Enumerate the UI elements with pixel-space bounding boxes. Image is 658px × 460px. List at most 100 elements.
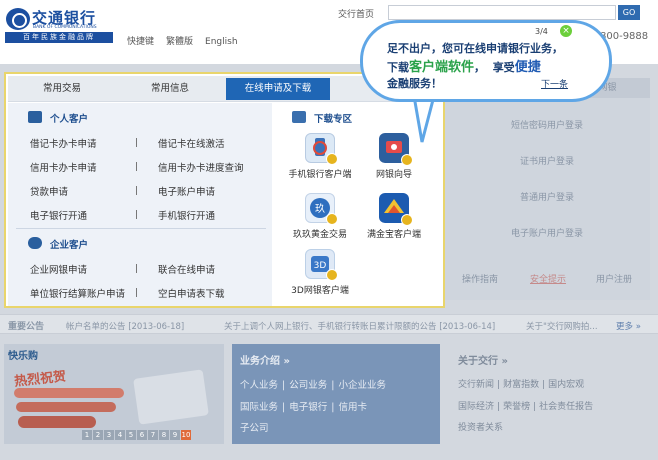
- next-tip-link[interactable]: 下一条: [541, 77, 568, 90]
- promo-page-button-active[interactable]: 10: [181, 430, 191, 440]
- app-gold-trade[interactable]: 玖 玖玖黄金交易: [286, 193, 354, 240]
- about-row: 国际经济 | 荣誉榜 | 社会责任报告: [458, 399, 596, 412]
- business-customer-title: 企业客户: [50, 240, 89, 251]
- promo-banner[interactable]: 快乐购 热烈祝贺 1 2 3 4 5 6 7 8 9 10: [4, 344, 224, 444]
- separator: |: [497, 402, 501, 412]
- promo-page-button[interactable]: 1: [82, 430, 92, 440]
- separator: |: [497, 380, 501, 390]
- normal-login-link[interactable]: 普通用户登录: [444, 190, 650, 203]
- debit-card-activate-link[interactable]: 借记卡在线激活: [158, 136, 225, 150]
- search-input[interactable]: [388, 5, 616, 20]
- promo-page-button[interactable]: 7: [148, 430, 158, 440]
- ebank-guide-icon: [379, 133, 413, 166]
- eaccount-login-link[interactable]: 电子账户用户登录: [444, 226, 650, 239]
- 3d-ebank-icon: 3D: [305, 249, 338, 281]
- international-business-link[interactable]: 国际业务: [240, 402, 278, 413]
- settlement-account-apply-link[interactable]: 单位银行结算账户申请: [30, 286, 125, 300]
- separator: |: [533, 402, 537, 412]
- separator: |: [331, 380, 335, 391]
- tip-text: 下载: [387, 61, 409, 74]
- app-3d-ebank[interactable]: 3D 3D网银客户端: [286, 249, 354, 296]
- close-icon[interactable]: ×: [560, 25, 572, 37]
- shortcut-link[interactable]: 快捷键: [127, 37, 154, 47]
- business-intro-box: 业务介绍 » 个人业务 | 公司业务 | 小企业业务 国际业务 | 电子银行 | 信用卡 子公司: [232, 344, 440, 444]
- intl-economy-link[interactable]: 国际经济: [458, 402, 494, 412]
- ebank-open-link[interactable]: 电子银行开通: [30, 208, 87, 222]
- loan-apply-link[interactable]: 贷款申请: [30, 184, 68, 198]
- credit-card-progress-link[interactable]: 信用卡办卡进度查询: [158, 160, 244, 174]
- search-go-button[interactable]: GO: [618, 5, 640, 20]
- promo-page-button[interactable]: 4: [115, 430, 125, 440]
- quick-menu-panel: 常用交易 常用信息 在线申请及下载 个人客户 借记卡办卡申请 借记卡在线激活 信…: [4, 72, 445, 308]
- corporate-ebank-apply-link[interactable]: 企业网银申请: [30, 262, 87, 276]
- about-title[interactable]: 关于交行 »: [458, 352, 508, 367]
- tip-line: 下载客户端软件， 享受便捷: [387, 56, 541, 75]
- register-link[interactable]: 用户注册: [596, 272, 632, 285]
- tip-text: 享受: [492, 61, 515, 74]
- announcement-item[interactable]: 关于"交行网购拍...: [526, 320, 612, 332]
- app-label: 玖玖黄金交易: [292, 230, 347, 240]
- tip-counter: 3/4: [535, 27, 548, 36]
- business-intro-title[interactable]: 业务介绍 »: [240, 352, 290, 367]
- separator: [136, 138, 137, 147]
- separator: [136, 288, 137, 297]
- csr-report-link[interactable]: 社会责任报告: [539, 402, 593, 412]
- download-zone-title: 下载专区: [314, 114, 353, 125]
- app-manjinbao[interactable]: 满金宝客户端: [364, 193, 424, 240]
- credit-card-apply-link[interactable]: 信用卡办卡申请: [30, 160, 97, 174]
- joint-online-apply-link[interactable]: 联合在线申请: [158, 262, 215, 276]
- english-link[interactable]: English: [205, 37, 238, 47]
- home-link[interactable]: 交行首页: [338, 7, 374, 20]
- ebank-link[interactable]: 电子银行: [289, 402, 327, 413]
- promo-page-button[interactable]: 3: [104, 430, 114, 440]
- separator: [136, 162, 137, 171]
- investor-relations-link[interactable]: 投资者关系: [458, 423, 503, 433]
- app-mobile-bank[interactable]: 手机银行客户端: [286, 133, 354, 180]
- security-tips-link[interactable]: 安全提示: [530, 272, 566, 285]
- cert-login-link[interactable]: 证书用户登录: [444, 154, 650, 167]
- debit-card-apply-link[interactable]: 借记卡办卡申请: [30, 136, 97, 150]
- svg-text:3D: 3D: [314, 261, 327, 271]
- guide-link[interactable]: 操作指南: [462, 272, 498, 285]
- business-row: 国际业务 | 电子银行 | 信用卡: [240, 399, 371, 413]
- small-business-link[interactable]: 小企业业务: [338, 380, 386, 391]
- separator: |: [542, 380, 546, 390]
- section-divider: [16, 228, 266, 229]
- bank-slogan: 百年民族金融品牌: [5, 32, 113, 43]
- promo-ribbon: [16, 402, 116, 412]
- eaccount-apply-link[interactable]: 电子账户申请: [158, 184, 215, 198]
- personal-business-link[interactable]: 个人业务: [240, 380, 278, 391]
- blank-form-download-link[interactable]: 空白申请表下载: [158, 286, 225, 300]
- promo-page-button[interactable]: 6: [137, 430, 147, 440]
- sms-login-link[interactable]: 短信密码用户登录: [444, 118, 650, 131]
- promo-page-button[interactable]: 8: [159, 430, 169, 440]
- tip-line: 足不出户，您可在线申请银行业务，: [387, 42, 563, 55]
- mobile-bank-open-link[interactable]: 手机银行开通: [158, 208, 215, 222]
- subsidiary-link[interactable]: 子公司: [240, 423, 269, 434]
- app-label: 手机银行客户端: [288, 170, 352, 180]
- header-subnav: 快捷键 繁體版 English: [127, 34, 250, 47]
- promo-page-button[interactable]: 5: [126, 430, 136, 440]
- traditional-chinese-link[interactable]: 繁體版: [166, 37, 193, 47]
- tab-common-info[interactable]: 常用信息: [118, 78, 222, 100]
- about-row: 交行新闻 | 财富指数 | 国内宏观: [458, 377, 587, 390]
- separator: [136, 264, 137, 273]
- announcement-item[interactable]: 关于上调个人网上银行、手机银行转账日累计限额的公告 [2013-06-14]: [224, 320, 495, 332]
- business-row: 个人业务 | 公司业务 | 小企业业务: [240, 377, 390, 391]
- bank-logo-icon: [6, 8, 30, 30]
- tip-highlight: 客户端软件: [409, 60, 475, 75]
- corporate-business-link[interactable]: 公司业务: [289, 380, 327, 391]
- tab-common-transactions[interactable]: 常用交易: [10, 78, 114, 100]
- promo-page-button[interactable]: 2: [93, 430, 103, 440]
- domestic-macro-link[interactable]: 国内宏观: [548, 380, 584, 390]
- news-link[interactable]: 交行新闻: [458, 380, 494, 390]
- promo-title: 快乐购: [8, 351, 38, 362]
- honor-link[interactable]: 荣誉榜: [503, 402, 530, 412]
- announcement-more-link[interactable]: 更多 »: [616, 320, 641, 332]
- promo-page-button[interactable]: 9: [170, 430, 180, 440]
- tab-online-apply-download[interactable]: 在线申请及下载: [226, 78, 330, 100]
- credit-card-link[interactable]: 信用卡: [338, 402, 367, 413]
- announcement-item[interactable]: 帐户名单的公告 [2013-06-18]: [66, 320, 184, 332]
- wealth-index-link[interactable]: 财富指数: [503, 380, 539, 390]
- separator: [136, 210, 137, 219]
